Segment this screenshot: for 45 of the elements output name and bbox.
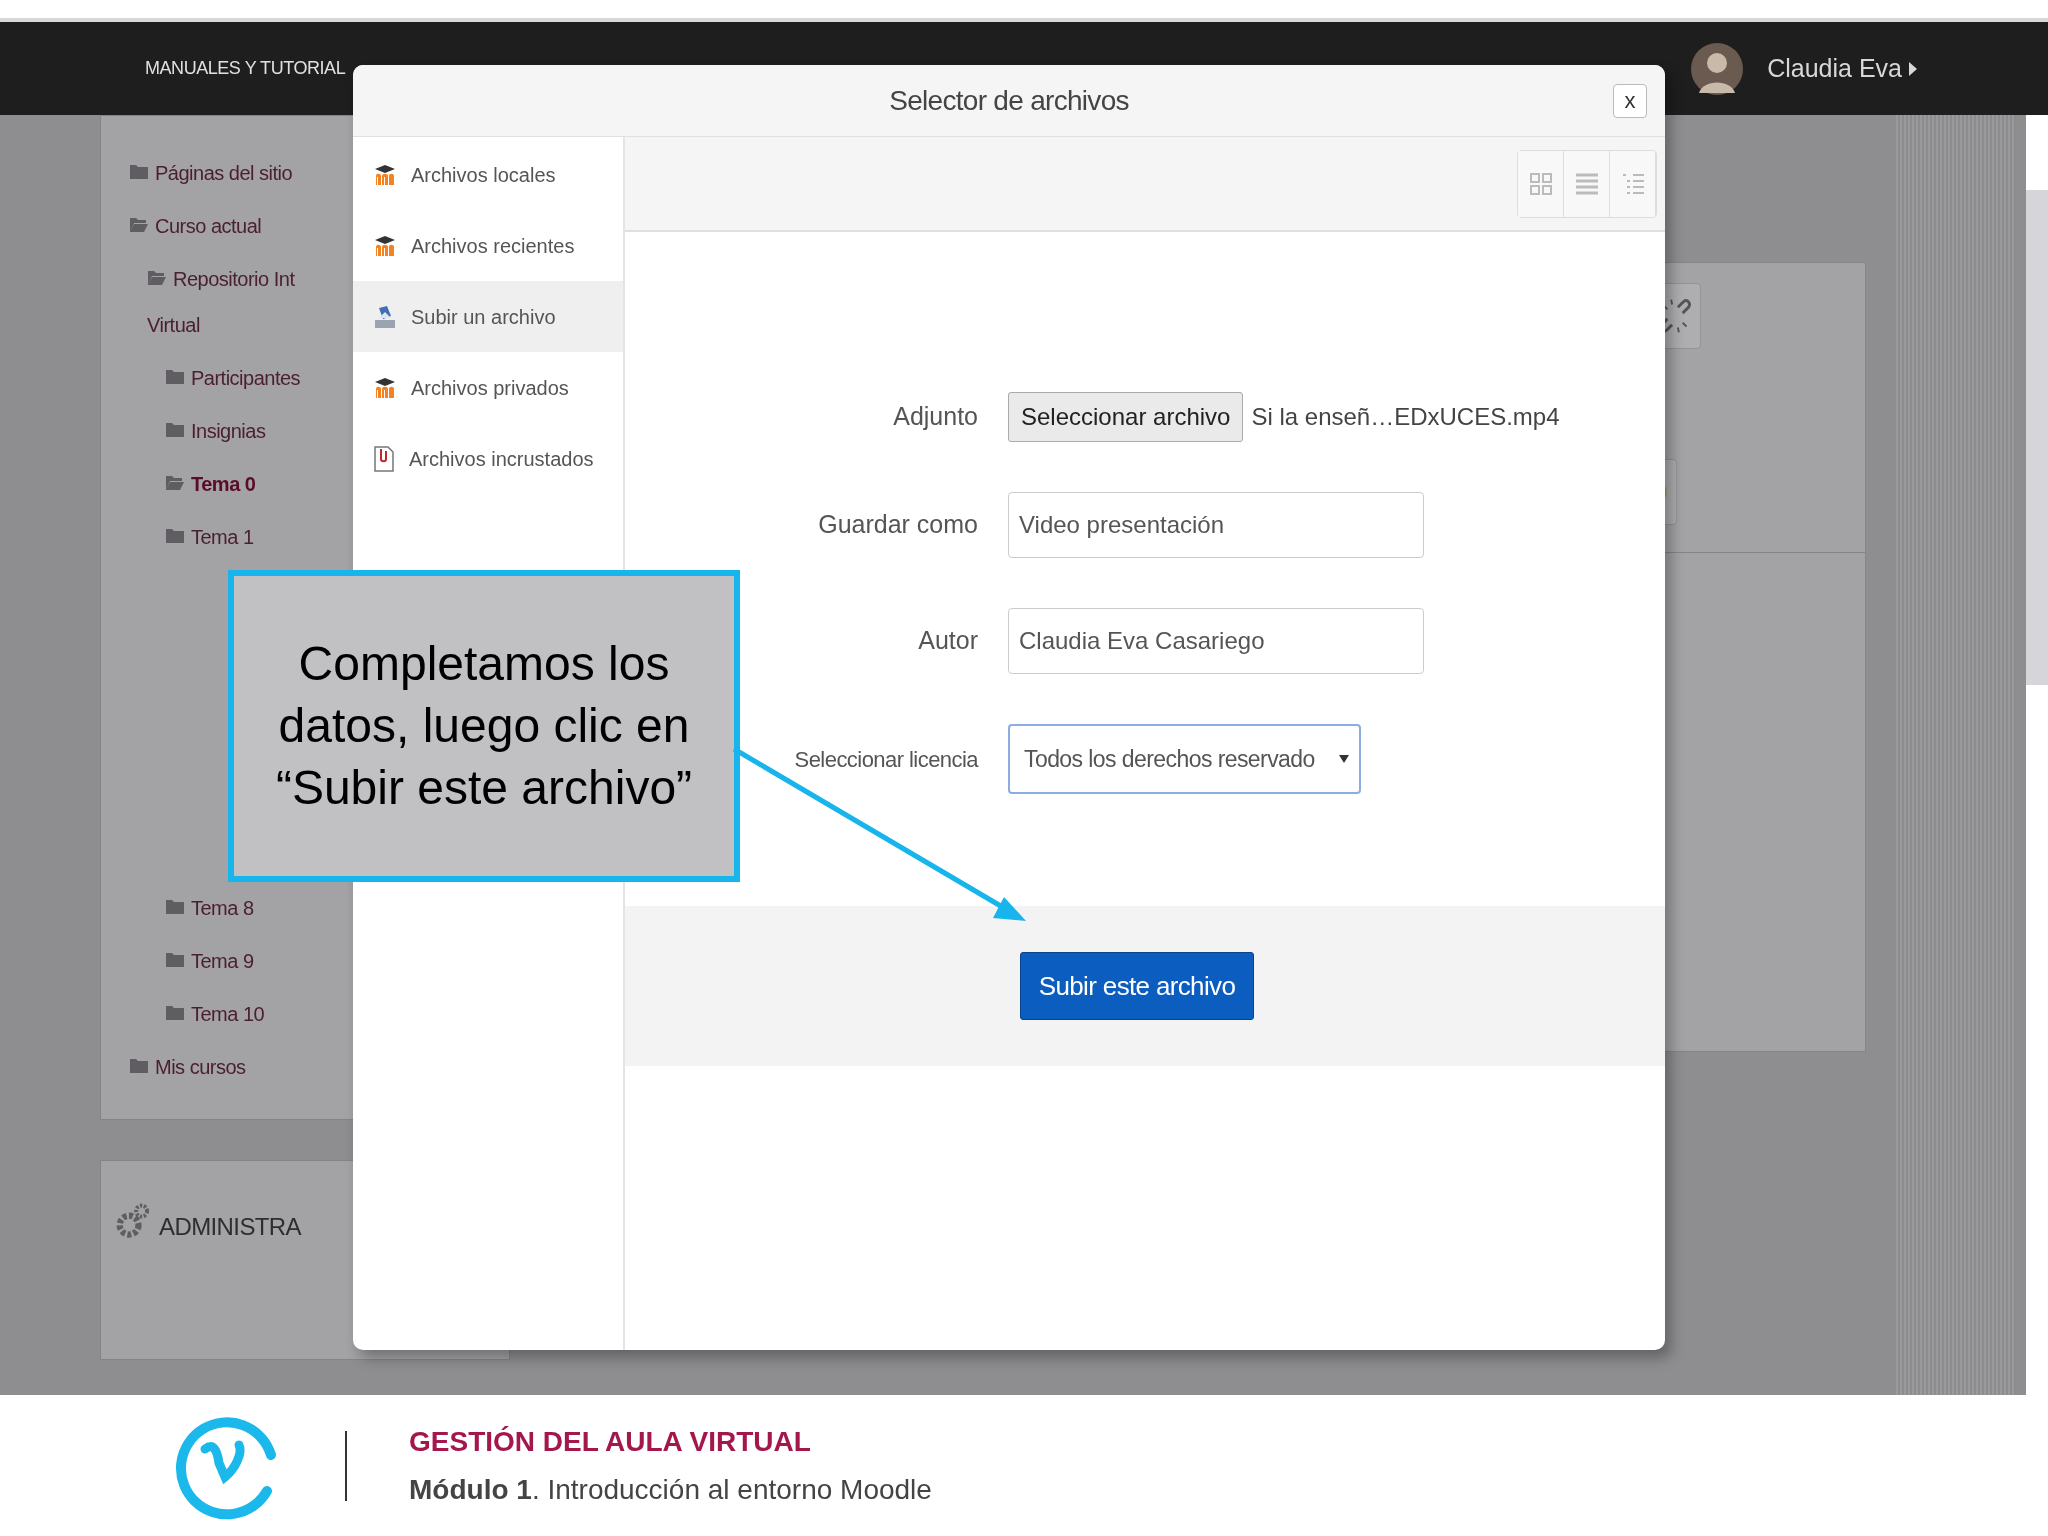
tree-view-icon: [1620, 171, 1645, 196]
dropdown-caret-icon: [1339, 755, 1349, 763]
document-clip-icon: [373, 444, 395, 473]
dialog-title: Selector de archivos: [889, 83, 1129, 118]
graduation-cap-icon: [373, 233, 397, 258]
close-button[interactable]: x: [1613, 84, 1647, 118]
user-menu[interactable]: Claudia Eva: [1767, 49, 1902, 88]
repository-item[interactable]: Subir un archivo: [353, 281, 623, 352]
module-subtitle: Módulo 1. Introducción al entorno Moodle: [409, 1472, 932, 1507]
tree-item[interactable]: Tema 1: [191, 514, 254, 560]
license-dropdown[interactable]: Todos los derechos reservado: [1008, 724, 1361, 794]
callout-text: Completamos los datos, luego clic en “Subir este archivo”: [274, 636, 694, 816]
view-toggle[interactable]: [1564, 150, 1610, 217]
file-name: Si la enseñ…EDxUCES.mp4: [1251, 402, 1560, 432]
field-label: Seleccionar licencia: [793, 745, 980, 774]
tree-item[interactable]: Curso actual: [155, 203, 262, 249]
tree-item[interactable]: Insignias: [191, 408, 266, 454]
input-field[interactable]: Video presentación: [1008, 492, 1424, 558]
field-label: Autor: [917, 625, 979, 657]
tree-item[interactable]: Tema 0: [191, 461, 256, 507]
scrollbar[interactable]: [2026, 115, 2048, 1395]
tree-item[interactable]: Páginas del sitio: [155, 150, 293, 196]
menu-item[interactable]: MANUALES Y TUTORIAL: [145, 55, 346, 82]
choose-file-button[interactable]: Seleccionar archivo: [1008, 392, 1244, 442]
block-title: ADMINISTRA: [159, 1212, 301, 1242]
tree-item[interactable]: Participantes: [191, 355, 301, 401]
list-view-icon: [1574, 171, 1599, 196]
tree-item[interactable]: Virtual: [147, 302, 295, 348]
field-label: Adjunto: [892, 401, 979, 433]
graduation-cap-icon: [373, 162, 397, 187]
tree-item[interactable]: Tema 9: [191, 938, 254, 984]
input-field[interactable]: Claudia Eva Casariego: [1008, 608, 1424, 674]
view-toggle[interactable]: [1610, 150, 1656, 217]
grid-view-icon: [1528, 171, 1553, 196]
tree-item[interactable]: Mis cursos: [155, 1044, 246, 1090]
view-toggle[interactable]: [1518, 150, 1564, 217]
tree-item[interactable]: Tema 10: [191, 991, 265, 1037]
caret-icon: [1908, 60, 1918, 77]
field-label: Guardar como: [817, 509, 979, 541]
upload-tray-icon: [373, 303, 397, 330]
course-title: GESTIÓN DEL AULA VIRTUAL: [409, 1424, 812, 1459]
graduation-cap-icon: [373, 375, 397, 400]
upload-button[interactable]: Subir este archivo: [1019, 952, 1255, 1020]
tree-item[interactable]: Repositorio Int: [173, 256, 295, 302]
tree-item[interactable]: Tema 8: [191, 885, 254, 931]
